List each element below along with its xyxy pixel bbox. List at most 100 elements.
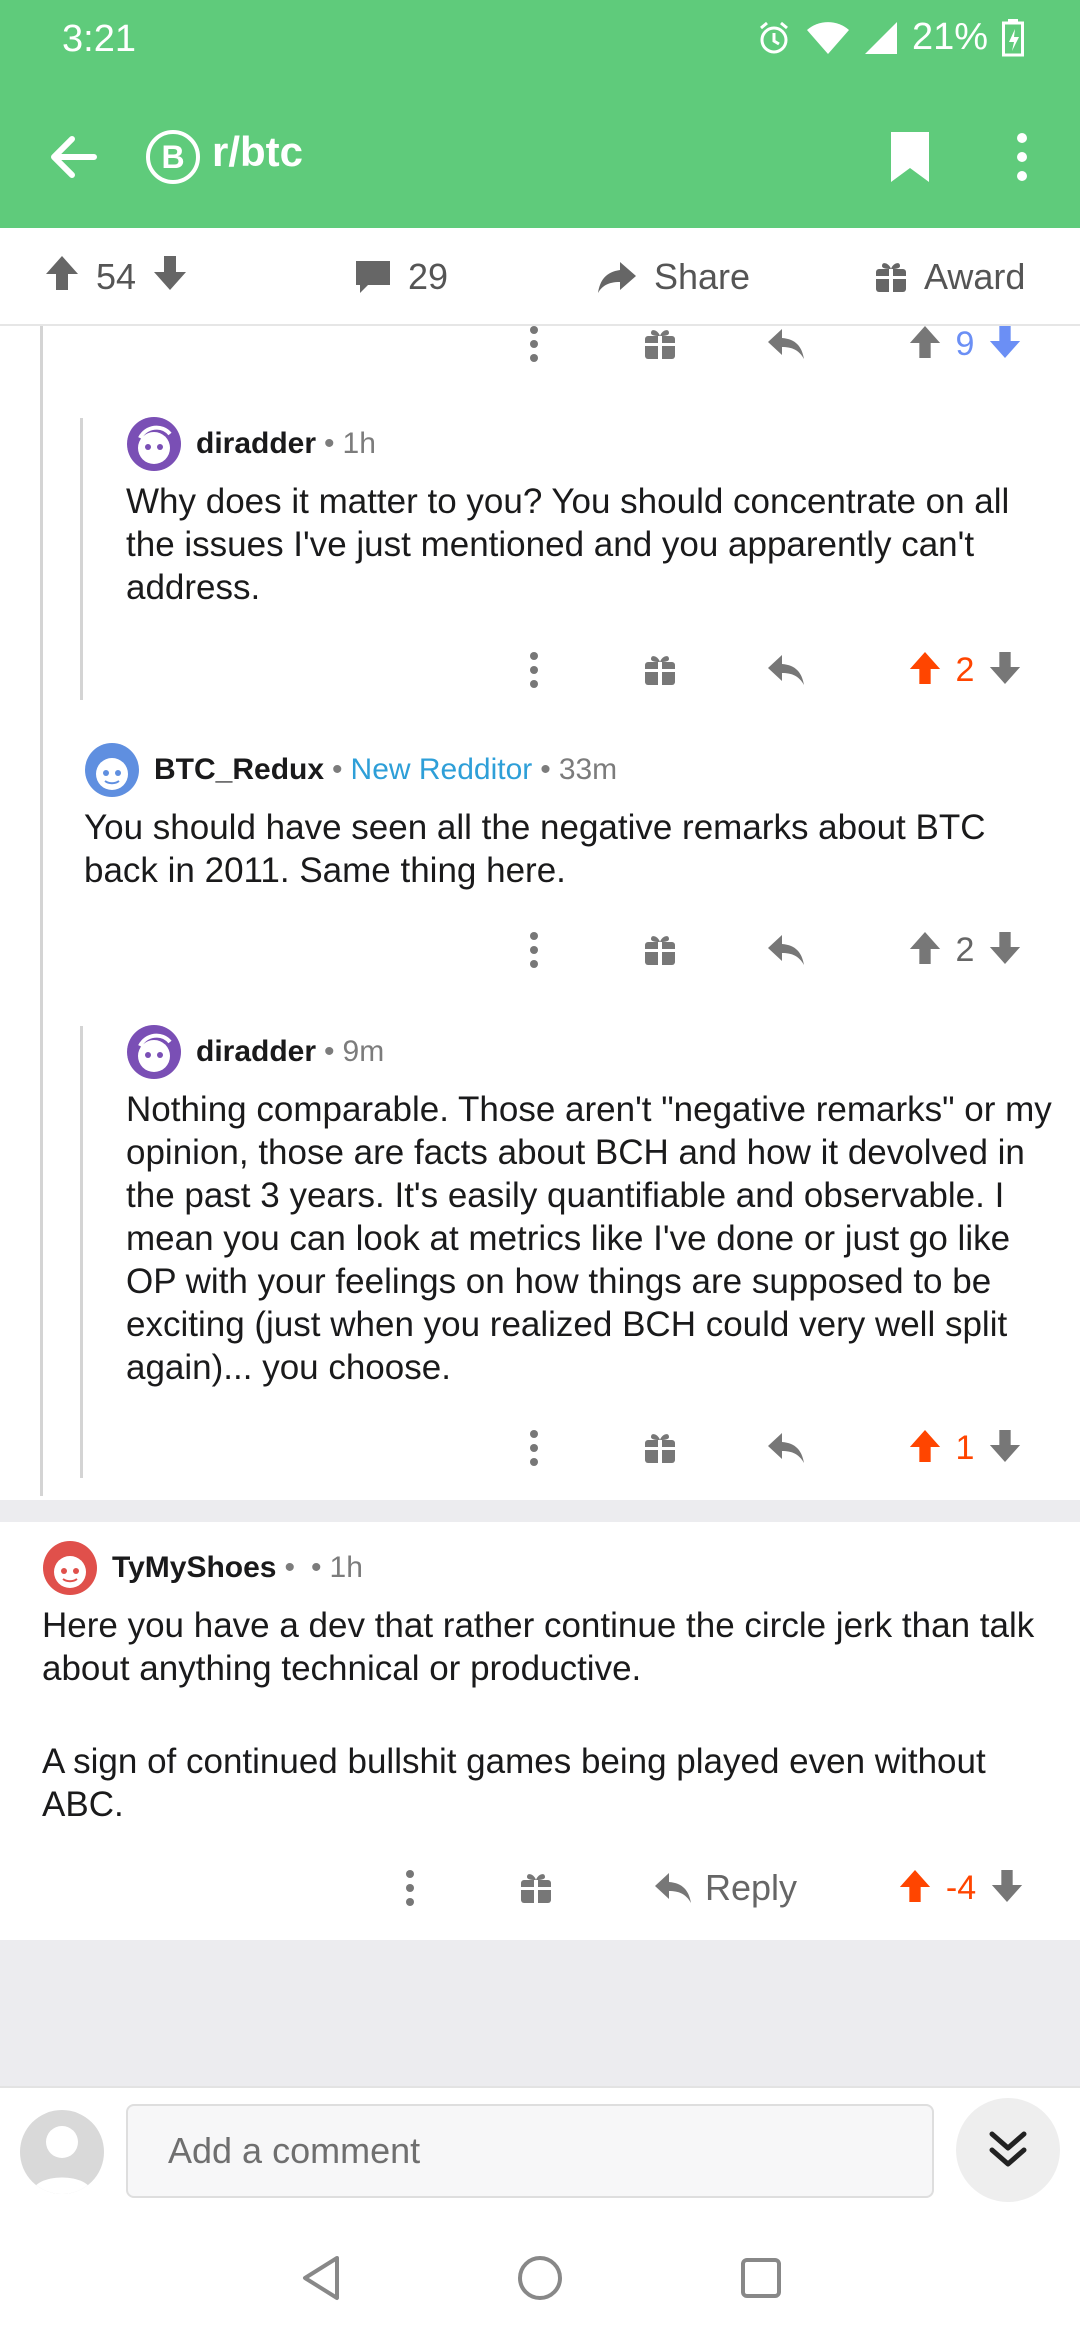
triangle-back-icon: [303, 2256, 339, 2300]
comment-vote: 2: [890, 920, 1040, 980]
comment-score: 1: [955, 1428, 975, 1467]
thread-line[interactable]: [80, 1026, 83, 1478]
bookmark-button[interactable]: [880, 122, 940, 192]
comment-actions: 2: [0, 920, 1080, 980]
upvote-arrow-icon: [909, 325, 940, 358]
downvote-arrow-icon: [991, 1869, 1023, 1902]
upvote-button[interactable]: [908, 1428, 942, 1469]
comment-vote: 1: [890, 1418, 1040, 1478]
reply-button[interactable]: [762, 314, 810, 374]
comment-actions: Reply -4: [0, 1858, 1080, 1918]
downvote-arrow-icon: [154, 255, 187, 290]
comment-body: Nothing comparable. Those aren't "negati…: [126, 1090, 1052, 1387]
comment-score: -4: [945, 1868, 977, 1907]
share-label: Share: [654, 256, 751, 297]
reply-arrow-icon: [768, 329, 804, 359]
battery-percent: 21%: [911, 16, 988, 58]
award-button[interactable]: [514, 1858, 558, 1918]
downvote-button[interactable]: [152, 254, 188, 301]
nav-recents-button[interactable]: [726, 2246, 796, 2310]
gift-icon: [521, 1874, 551, 1903]
reply-arrow-icon: [654, 1873, 691, 1903]
snoo-avatar-icon: [85, 743, 139, 797]
add-comment-input[interactable]: [126, 2104, 934, 2198]
upvote-button[interactable]: [44, 254, 80, 301]
gift-icon: [876, 263, 906, 292]
upvote-arrow-icon: [46, 255, 78, 290]
upvote-button[interactable]: [908, 650, 942, 691]
kebab-menu-icon: [530, 326, 538, 362]
reply-button[interactable]: [762, 640, 810, 700]
user-avatar[interactable]: [20, 2110, 104, 2194]
comment-author[interactable]: TyMyShoes: [112, 1551, 277, 1585]
downvote-button[interactable]: [988, 930, 1022, 971]
upvote-button[interactable]: [898, 1868, 932, 1909]
comment-author[interactable]: diradder: [196, 1035, 316, 1069]
reply-button[interactable]: Reply: [640, 1858, 810, 1918]
comment-more-button[interactable]: [514, 314, 554, 374]
post-comments-button[interactable]: 29: [354, 228, 448, 326]
comment-actions: 1: [0, 1418, 1080, 1478]
award-button[interactable]: [638, 1418, 682, 1478]
award-button[interactable]: [638, 920, 682, 980]
separator-dot: •: [284, 1551, 296, 1584]
comment-body: You should have seen all the negative re…: [84, 808, 986, 890]
award-button[interactable]: Award: [874, 228, 1025, 326]
upvote-button[interactable]: [908, 930, 942, 971]
reply-label: Reply: [704, 1867, 798, 1908]
upvote-arrow-icon: [899, 1869, 930, 1902]
comment-body: Here you have a dev that rather continue…: [42, 1606, 1035, 1688]
comment-more-button[interactable]: [514, 1418, 554, 1478]
award-label: Award: [924, 256, 1026, 297]
snoo-avatar-icon: [127, 417, 181, 471]
share-arrow-icon: [598, 262, 636, 293]
upvote-arrow-icon: [909, 931, 940, 964]
comment-time: 1h: [329, 1551, 363, 1584]
default-avatar-icon: [32, 2126, 92, 2194]
downvote-button[interactable]: [988, 324, 1022, 365]
comment-compose-bar: [0, 2086, 1080, 2216]
avatar[interactable]: [126, 416, 182, 472]
award-button[interactable]: [638, 640, 682, 700]
share-button[interactable]: Share: [596, 228, 750, 326]
kebab-menu-icon: [406, 1870, 414, 1906]
avatar[interactable]: [84, 742, 140, 798]
collapse-all-button[interactable]: [956, 2098, 1060, 2202]
reply-arrow-icon: [768, 655, 804, 685]
comment-more-button[interactable]: [514, 920, 554, 980]
downvote-button[interactable]: [990, 1868, 1024, 1909]
reply-button[interactable]: [762, 920, 810, 980]
thread-line[interactable]: [40, 326, 43, 1496]
comment-score: 2: [955, 650, 975, 689]
nav-home-button[interactable]: [505, 2246, 575, 2310]
comment-more-button[interactable]: [514, 640, 554, 700]
downvote-button[interactable]: [988, 1428, 1022, 1469]
double-chevron-down-icon: [989, 2131, 1027, 2167]
nav-back-button[interactable]: [286, 2246, 356, 2310]
more-options-button[interactable]: [1000, 122, 1044, 192]
signal-icon: [864, 21, 898, 55]
comment-vote: 9: [890, 314, 1040, 374]
battery-icon: [1002, 18, 1024, 57]
reply-button[interactable]: [762, 1418, 810, 1478]
comment-author[interactable]: diradder: [196, 427, 316, 461]
wifi-icon: [806, 21, 850, 55]
downvote-arrow-icon: [990, 651, 1021, 684]
subreddit-name[interactable]: r/btc: [212, 128, 303, 176]
back-button[interactable]: [38, 122, 108, 192]
comment-header: BTC_Redux • New Redditor • 33m: [84, 742, 617, 798]
award-button[interactable]: [638, 314, 682, 374]
kebab-menu-icon: [530, 1430, 538, 1466]
upvote-button[interactable]: [908, 324, 942, 365]
avatar[interactable]: [126, 1024, 182, 1080]
comment-actions: 2: [0, 640, 1080, 700]
comment-more-button[interactable]: [390, 1858, 430, 1918]
comment-body: Why does it matter to you? You should co…: [126, 482, 1010, 607]
subreddit-icon[interactable]: B: [146, 130, 200, 184]
kebab-menu-icon: [1017, 133, 1027, 181]
separator-dot: •: [324, 427, 335, 460]
avatar[interactable]: [42, 1540, 98, 1596]
downvote-button[interactable]: [988, 650, 1022, 691]
comment-author[interactable]: BTC_Redux: [154, 753, 324, 787]
post-action-bar: 54 29 Share Award: [0, 228, 1080, 326]
